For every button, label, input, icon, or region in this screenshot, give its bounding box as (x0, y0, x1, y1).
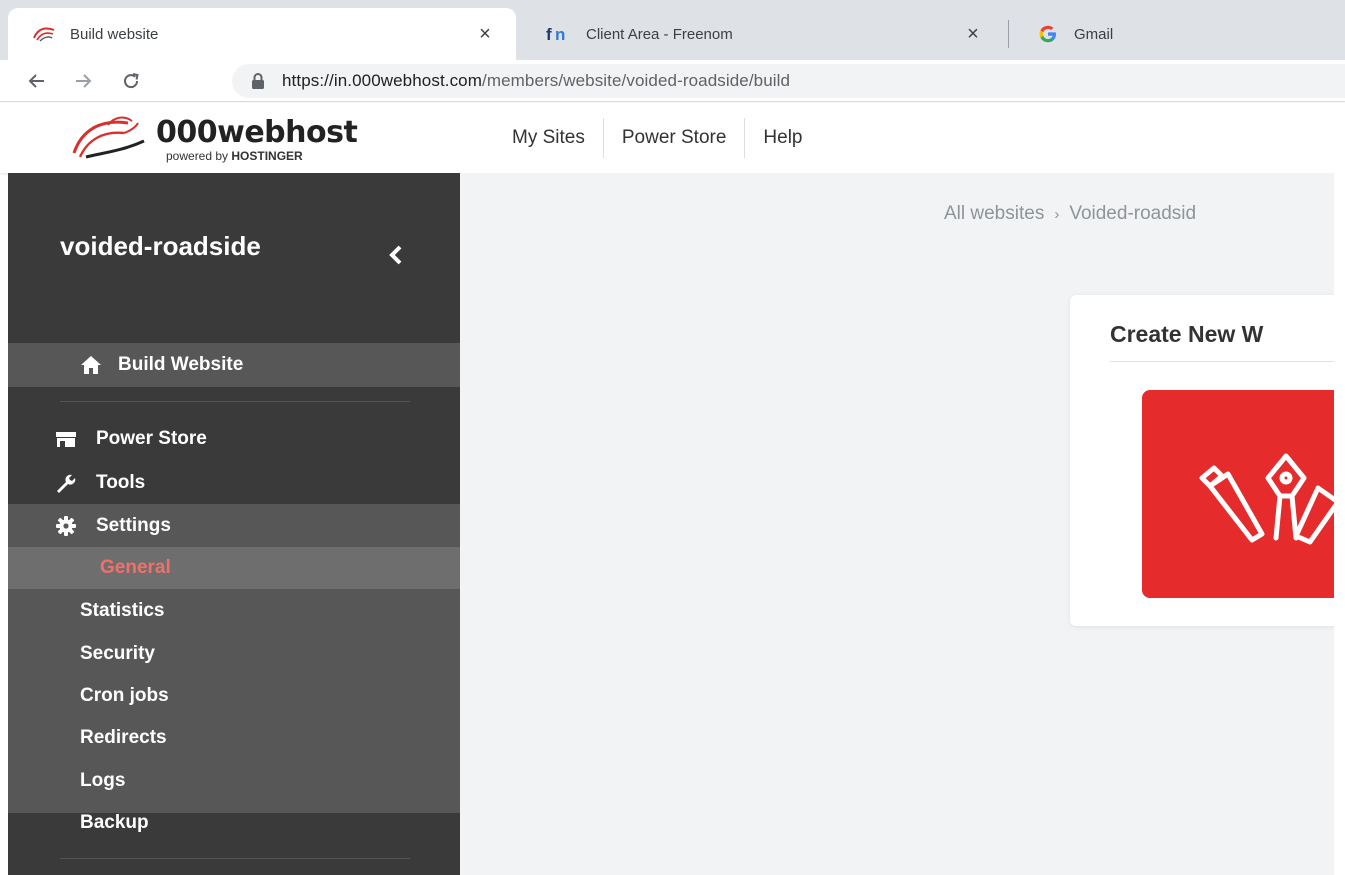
browser-tabstrip: Build website × fn Client Area - Freenom… (0, 0, 1345, 60)
sidebar-item-power-store[interactable]: Power Store (8, 417, 460, 460)
chevron-left-icon[interactable] (386, 243, 406, 267)
home-icon (81, 356, 101, 374)
sidebar-item-settings[interactable]: Settings (8, 504, 460, 547)
reload-button[interactable] (114, 64, 148, 98)
back-button[interactable] (20, 64, 54, 98)
build-website-tile[interactable] (1142, 390, 1345, 598)
submenu-item-cron-jobs[interactable]: Cron jobs (80, 685, 169, 707)
tab-title: Client Area - Freenom (586, 25, 733, 43)
sidebar-divider (60, 858, 410, 859)
site-header: 000webhost powered by HOSTINGER My Sites… (0, 103, 1345, 173)
submenu-item-security[interactable]: Security (80, 643, 155, 665)
tab-client-area-freenom[interactable]: fn Client Area - Freenom × (524, 8, 1004, 60)
tab-separator (1008, 20, 1009, 48)
arrow-left-icon (28, 73, 44, 88)
address-bar[interactable]: https://in.000webhost.com/members/websit… (232, 64, 1345, 98)
top-nav: My Sites Power Store Help (494, 103, 820, 173)
screen: Build website × fn Client Area - Freenom… (0, 0, 1345, 875)
arrow-right-icon (76, 73, 92, 88)
breadcrumb-all-websites[interactable]: All websites (944, 203, 1044, 224)
submenu-item-backup[interactable]: Backup (80, 812, 149, 834)
breadcrumb-current: Voided-roadsid (1069, 203, 1197, 224)
logo-brand: 000webhost (156, 115, 358, 150)
main-content: All websites › Voided-roadsid Create New W (460, 173, 1345, 875)
tab-build-website[interactable]: Build website × (8, 8, 516, 60)
chevron-right-icon: › (1054, 206, 1060, 223)
tab-gmail[interactable]: Gmail (1012, 8, 1345, 60)
store-icon (54, 429, 78, 449)
site-name: voided-roadside (60, 231, 261, 261)
google-g-icon (1034, 24, 1062, 44)
svg-text:f: f (546, 25, 552, 43)
submenu-item-redirects[interactable]: Redirects (80, 727, 167, 749)
svg-text:n: n (555, 25, 565, 43)
card-title: Create New W (1110, 321, 1264, 347)
submenu-item-logs[interactable]: Logs (80, 770, 125, 792)
powered-prefix: powered by (166, 149, 232, 163)
sidebar-item-label: Build Website (118, 354, 244, 375)
submenu-item-statistics[interactable]: Statistics (80, 600, 164, 622)
forward-button[interactable] (66, 64, 100, 98)
reload-icon (124, 72, 139, 88)
tab-title: Build website (70, 25, 159, 43)
browser-toolbar: https://in.000webhost.com/members/websit… (0, 60, 1345, 102)
nav-help[interactable]: Help (745, 127, 820, 149)
card-divider (1110, 361, 1345, 362)
nav-my-sites[interactable]: My Sites (494, 127, 603, 149)
url-text: https://in.000webhost.com/members/websit… (282, 71, 790, 91)
sidebar-item-tools[interactable]: Tools (8, 461, 460, 504)
submenu-item-label: General (100, 557, 171, 578)
tab-title: Gmail (1074, 25, 1114, 43)
logo-powered-by: powered by HOSTINGER (166, 149, 303, 163)
close-tab-icon[interactable]: × (958, 23, 988, 46)
window-edge (1334, 173, 1345, 875)
freenom-fn-icon: fn (546, 25, 574, 43)
close-tab-icon[interactable]: × (470, 23, 500, 46)
settings-submenu: General Statistics Security Cron jobs Re… (8, 547, 460, 833)
sidebar-divider (60, 401, 410, 402)
sidebar-item-build-website[interactable]: Build Website (8, 343, 460, 387)
000webhost-swirl-icon (30, 26, 58, 42)
lock-icon (252, 73, 264, 89)
wrench-icon (54, 473, 78, 493)
nav-power-store[interactable]: Power Store (604, 127, 745, 149)
powered-brand: HOSTINGER (231, 149, 303, 163)
000webhost-swirl-icon (72, 116, 145, 159)
sidebar-item-label: Tools (96, 471, 146, 493)
gear-icon (54, 515, 78, 536)
url-path: /members/website/voided-roadside/build (482, 71, 791, 90)
url-host: https://in.000webhost.com (282, 71, 483, 90)
sidebar-item-label: Settings (96, 514, 171, 536)
design-tools-icon (1199, 453, 1341, 545)
sidebar: voided-roadside Build Website Power Stor… (8, 173, 460, 875)
000webhost-logo[interactable]: 000webhost powered by HOSTINGER (68, 111, 428, 165)
sidebar-item-label: Power Store (96, 427, 207, 449)
breadcrumb: All websites › Voided-roadsid (944, 203, 1196, 225)
submenu-item-general[interactable]: General (8, 547, 460, 589)
create-website-card: Create New W (1070, 295, 1345, 626)
